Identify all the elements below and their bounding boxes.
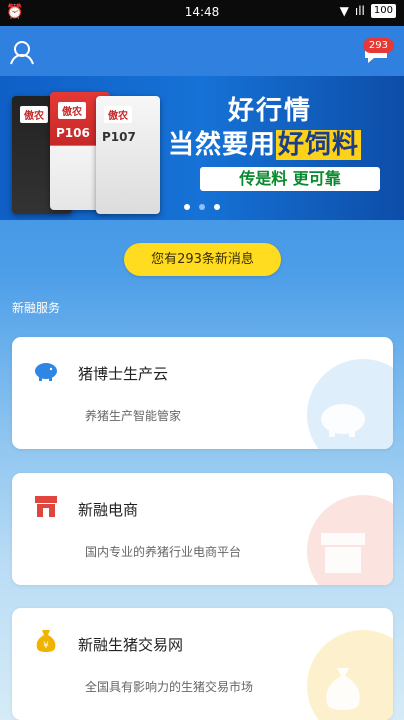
- carousel-dot-active[interactable]: [199, 204, 205, 210]
- card-title: 猪博士生产云: [78, 365, 169, 383]
- banner-slogan-highlight: 好饲料: [276, 130, 362, 160]
- svg-text:¥: ¥: [43, 641, 49, 651]
- battery-indicator: 100: [370, 4, 396, 18]
- signal-icon: ıll: [354, 4, 365, 18]
- service-card-ecommerce[interactable]: 新融电商 国内专业的养猪行业电商平台: [12, 473, 393, 585]
- card-title: 新融生猪交易网: [78, 636, 184, 654]
- promo-banner[interactable]: 傲农 傲农 P106 傲农 P107 好行情 当然要用好饲料 传是料 更可靠: [0, 76, 404, 220]
- banner-slogan-line3: 传是料 更可靠: [200, 167, 380, 191]
- feed-bag-3: 傲农 P107: [96, 96, 160, 214]
- section-title: 新融服务: [12, 301, 61, 315]
- service-card-pig-trading[interactable]: ¥ 新融生猪交易网 全国具有影响力的生猪交易市场: [12, 608, 393, 720]
- user-profile-icon[interactable]: [8, 38, 36, 66]
- money-bag-icon: ¥: [36, 630, 56, 652]
- feed-bag-brand: 傲农: [20, 106, 48, 123]
- feed-bag-brand: 傲农: [104, 106, 132, 123]
- card-description: 养猪生产智能管家: [85, 409, 182, 423]
- banner-slogan-line2: 当然要用好饲料: [168, 124, 362, 161]
- shop-icon: [321, 533, 365, 573]
- piggy-bank-icon: [35, 363, 57, 381]
- message-count-badge: 293: [362, 38, 394, 53]
- new-messages-button[interactable]: 您有293条新消息: [124, 243, 281, 276]
- wifi-icon: ▼: [339, 4, 349, 18]
- card-description: 全国具有影响力的生猪交易市场: [85, 680, 254, 694]
- banner-slogan-line1: 好行情: [228, 96, 313, 126]
- feed-bag-code: P106: [56, 126, 90, 140]
- carousel-dot[interactable]: [184, 204, 190, 210]
- feed-bag-code: P107: [102, 130, 136, 144]
- feed-bag-brand: 傲农: [58, 102, 86, 119]
- card-description: 国内专业的养猪行业电商平台: [85, 545, 242, 559]
- status-bar: ⏰ 14:48 ▼ ıll 100: [0, 0, 404, 26]
- carousel-dot[interactable]: [214, 204, 220, 210]
- money-bag-icon: [326, 668, 360, 710]
- card-title: 新融电商: [78, 501, 139, 519]
- carousel-indicator: [184, 204, 220, 210]
- banner-slogan-prefix: 当然要用: [168, 130, 277, 160]
- app-header: [0, 26, 404, 76]
- service-card-pig-doctor[interactable]: 猪博士生产云 养猪生产智能管家: [12, 337, 393, 449]
- piggy-bank-icon: [321, 404, 365, 437]
- status-icons: ▼ ıll 100: [340, 4, 396, 18]
- shop-icon: [35, 496, 57, 517]
